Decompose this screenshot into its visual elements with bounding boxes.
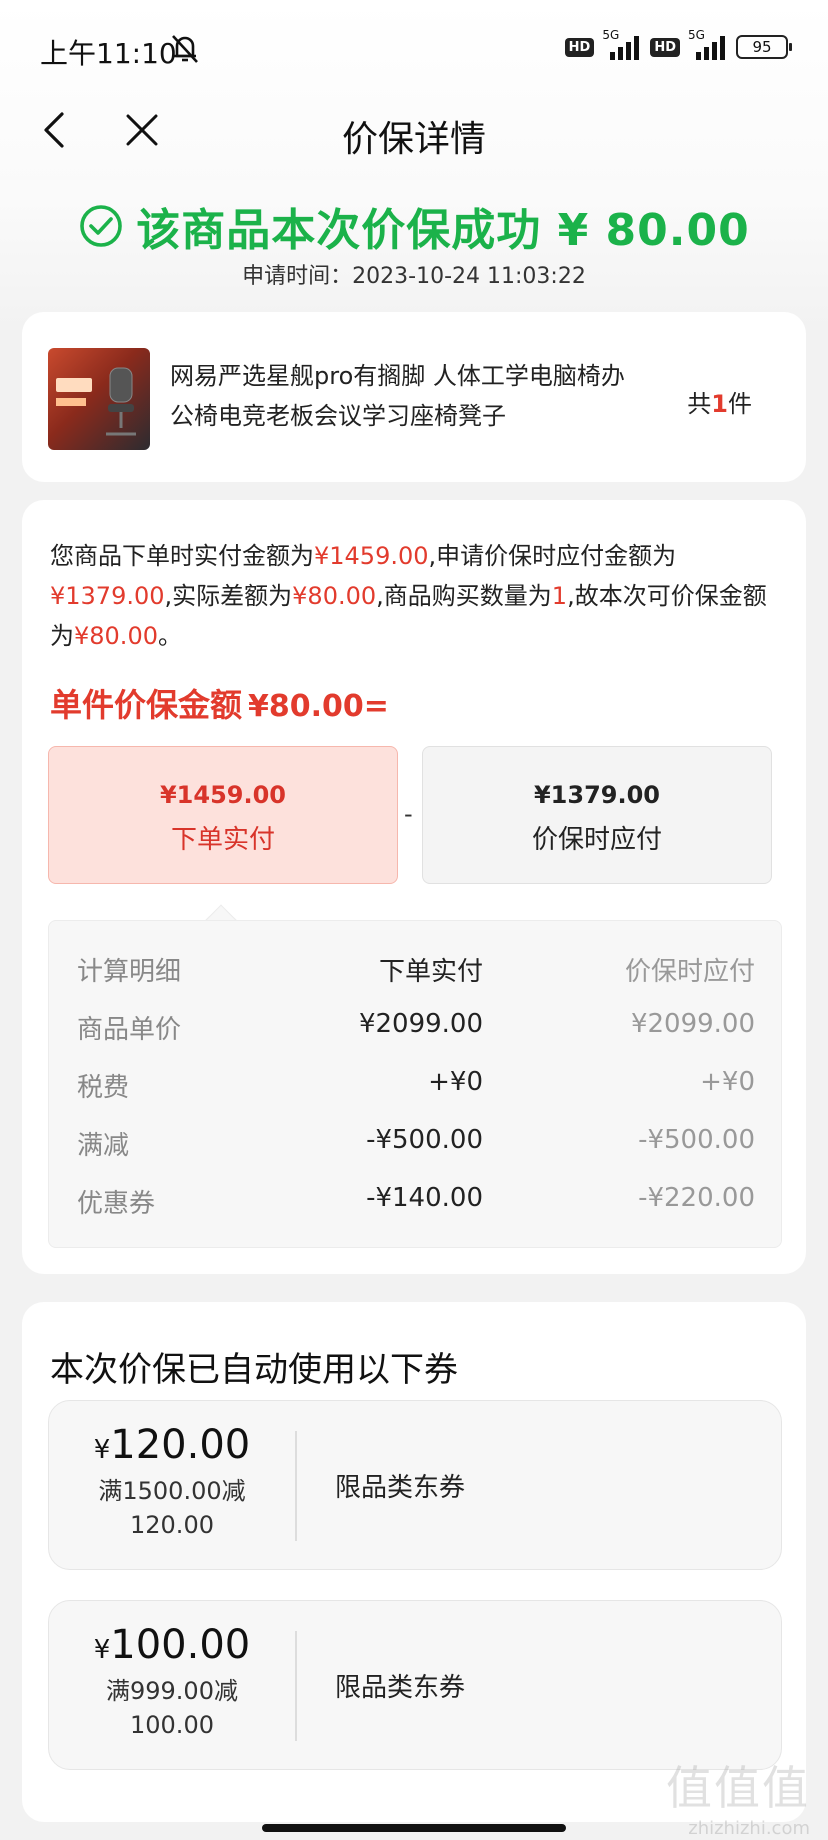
apply-time: 申请时间：2023-10-24 11:03:22 (242, 264, 586, 289)
status-bar: 上午11:10 HD 5G HD 5G 95 (0, 0, 828, 96)
unit-protection-amount: 单件价保金额 ¥80.00= (50, 686, 389, 724)
protected-price-box[interactable]: ¥1379.00 价保时应付 (422, 746, 772, 884)
status-indicators: HD 5G HD 5G 95 (564, 28, 792, 60)
order-paid-label: 下单实付 (170, 825, 275, 855)
coupon-divider (295, 1631, 297, 1741)
signal-icon: 5G (602, 28, 642, 60)
product-thumbnail[interactable] (48, 348, 150, 450)
watermark-url: zhizhizhi.com (688, 1818, 810, 1839)
coupon-divider (295, 1431, 297, 1541)
table-row: 商品单价 ¥2099.00 ¥2099.00 (77, 1009, 755, 1045)
check-circle-icon (80, 205, 123, 247)
success-banner: 该商品本次价保成功 ¥ 80.00 (0, 194, 828, 258)
hd-badge: HD (564, 37, 595, 57)
watermark-logo: 值值值 (666, 1761, 810, 1815)
page-title: 价保详情 (341, 119, 486, 160)
coupon-rule: 满999.00减100.00 (106, 1677, 238, 1739)
table-row: 税费 +¥0 +¥0 (77, 1067, 755, 1103)
coupon-rule: 满1500.00减120.00 (98, 1477, 246, 1539)
coupon-item[interactable]: ¥100.00 满999.00减100.00 限品类东券 (48, 1600, 782, 1770)
product-name[interactable]: 网易严选星舰pro有搁脚 人体工学电脑椅办公椅电竞老板会议学习座椅凳子 (170, 356, 640, 436)
table-row: 满减 -¥500.00 -¥500.00 (77, 1125, 755, 1161)
status-time: 上午11:10 (40, 37, 177, 70)
calculation-table: 计算明细 下单实付 价保时应付 商品单价 ¥2099.00 ¥2099.00 税… (48, 920, 782, 1248)
chair-icon (106, 367, 136, 436)
product-quantity: 共1件 (687, 390, 752, 418)
home-indicator[interactable] (262, 1824, 566, 1832)
product-card[interactable]: 网易严选星舰pro有搁脚 人体工学电脑椅办公椅电竞老板会议学习座椅凳子 共1件 (22, 312, 806, 482)
table-header: 计算明细 下单实付 价保时应付 (77, 957, 755, 987)
nav-bar: 价保详情 (0, 96, 828, 166)
coupon-item[interactable]: ¥120.00 满1500.00减120.00 限品类东券 (48, 1400, 782, 1570)
order-paid-amount: ¥1459.00 (159, 781, 286, 809)
order-paid-box[interactable]: ¥1459.00 下单实付 (48, 746, 398, 884)
protected-price-amount: ¥1379.00 (533, 781, 660, 809)
coupon-amount: ¥120.00 (93, 1422, 251, 1468)
table-row: 优惠券 -¥140.00 -¥220.00 (77, 1183, 755, 1219)
battery-icon: 95 (736, 35, 792, 59)
coupon-amount: ¥100.00 (93, 1622, 251, 1668)
bell-muted-icon (172, 35, 198, 63)
coupon-scope: 限品类东券 (335, 1473, 466, 1503)
minus-sign: - (404, 800, 413, 828)
protected-price-label: 价保时应付 (531, 825, 662, 855)
success-text: 该商品本次价保成功 ¥ 80.00 (136, 205, 750, 256)
price-protection-detail-card: 您商品下单时实付金额为¥1459.00,申请价保时应付金额为¥1379.00,实… (22, 500, 806, 1274)
coupons-title: 本次价保已自动使用以下券 (50, 1350, 458, 1390)
coupon-scope: 限品类东券 (335, 1673, 466, 1703)
hd-badge: HD (650, 37, 680, 57)
signal-icon: 5G (688, 28, 728, 60)
site-watermark: 值值值 zhizhizhi.com (666, 1752, 810, 1839)
coupons-card: 本次价保已自动使用以下券 ¥120.00 满1500.00减120.00 限品类… (22, 1302, 806, 1822)
calculation-description: 您商品下单时实付金额为¥1459.00,申请价保时应付金额为¥1379.00,实… (50, 542, 767, 650)
